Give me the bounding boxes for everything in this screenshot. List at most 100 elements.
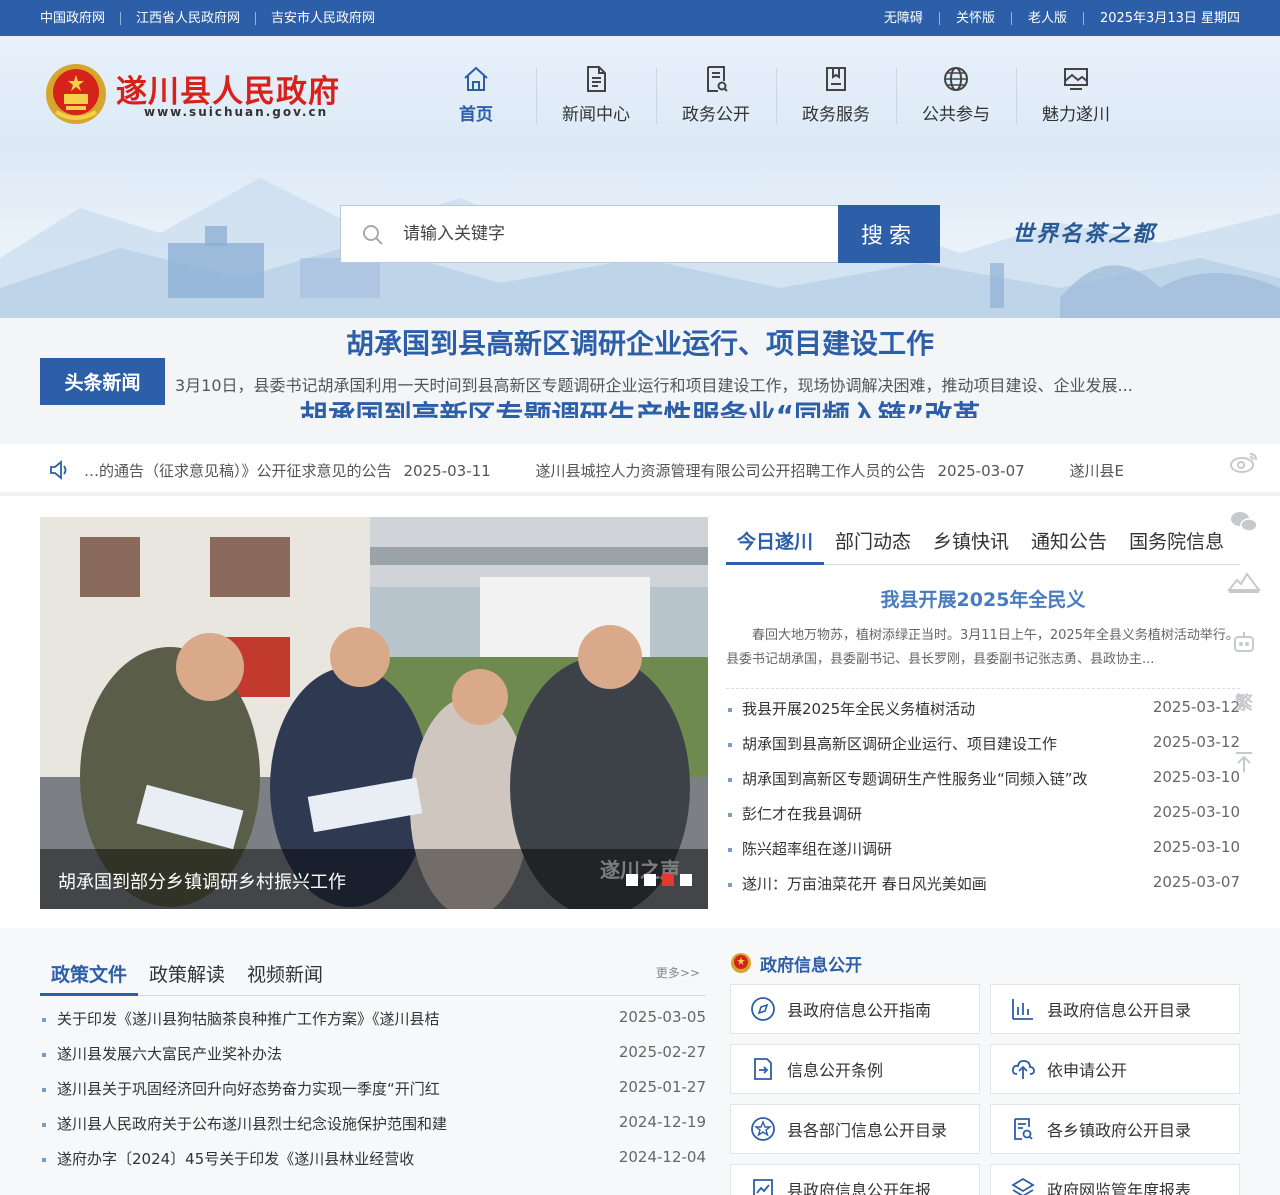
link-jiangxi-gov[interactable]: 江西省人民政府网 [120,11,255,25]
link-central-gov[interactable]: 中国政府网 [40,12,120,25]
photo-caption[interactable]: 胡承国到部分乡镇调研乡村振兴工作 [40,849,708,909]
policy-tabs: 政策文件 政策解读 视频新闻 更多>> [40,950,706,996]
doc-arrow-icon [754,1058,772,1080]
headline-summary[interactable]: 3月10日，县委书记胡承国利用一天时间到县高新区专题调研企业运行和项目建设工作，… [175,372,1235,396]
search-box: 搜索 [340,205,940,263]
gov-info-catalog[interactable]: 县政府信息公开目录 [990,984,1240,1034]
carousel-dot[interactable] [680,874,692,886]
tab-policy-interpretation[interactable]: 政策解读 [138,950,236,996]
carousel-dot-active[interactable] [662,874,674,886]
list-item[interactable]: 我县开展2025年全民义务植树活动 2025-03-12 [726,698,1240,733]
side-toolbar: 繁 [1226,432,1262,792]
traditional-chinese-toggle[interactable]: 繁 [1226,672,1262,732]
nav-home-label: 首页 [459,105,493,125]
wechat-icon[interactable] [1226,492,1262,552]
list-item[interactable]: 遂川：万亩油菜花开 春日风光美如画 2025-03-07 [726,873,1240,908]
headline-news: 胡承国到县高新区调研企业运行、项目建设工作 头条新闻 3月10日，县委书记胡承国… [0,318,1280,444]
list-item[interactable]: 遂府办字〔2024〕45号关于印发《遂川县林业经营收 2024-12-04 [40,1148,706,1183]
gov-info-annual-report[interactable]: 县政府信息公开年报 [730,1164,980,1195]
cloud-upload-icon [1011,1059,1035,1079]
gov-info-regulations[interactable]: 信息公开条例 [730,1044,980,1094]
elderly-version-link[interactable]: 老人版 [1010,11,1083,25]
app-icon[interactable] [1226,552,1262,612]
nav-news-center[interactable]: 新闻中心 [536,60,656,126]
nav-gov-affairs-open[interactable]: 政务公开 [656,60,776,126]
headline-ghost-top[interactable]: 胡承国到县高新区调研企业运行、项目建设工作 [0,330,1280,362]
link-jian-gov[interactable]: 吉安市人民政府网 [255,11,390,25]
list-item[interactable]: 遂川县关于巩固经济回升向好态势奋力实现一季度“开门红 2025-01-27 [40,1078,706,1113]
search-button[interactable]: 搜索 [838,205,940,263]
back-to-top-icon[interactable] [1226,732,1262,792]
gov-info-departments[interactable]: 县各部门信息公开目录 [730,1104,980,1154]
top-links: 中国政府网 江西省人民政府网 吉安市人民政府网 [40,0,390,36]
gov-info-townships[interactable]: 各乡镇政府公开目录 [990,1104,1240,1154]
tab-state-council[interactable]: 国务院信息 [1118,517,1235,565]
headline-ghost-bottom[interactable]: 胡承国到高新区专题调研生产性服务业“同频入链”改革 [0,394,1280,418]
list-item[interactable]: 胡承国到高新区专题调研生产性服务业“同频入链”改 2025-03-10 [726,768,1240,803]
gov-website-report[interactable]: 政府网监管年度报表 [990,1164,1240,1195]
tab-policy-documents[interactable]: 政策文件 [40,950,139,996]
tab-notices[interactable]: 通知公告 [1020,517,1118,565]
carousel-dot[interactable] [644,874,656,886]
national-emblem-icon [46,64,106,124]
layers-icon [1011,1177,1035,1195]
list-item[interactable]: 彭仁才在我县调研 2025-03-10 [726,803,1240,838]
site-header: 遂川县人民政府 www.suichuan.gov.cn 首页 新闻中心 政务公开… [0,36,1280,318]
list-item[interactable]: 胡承国到县高新区调研企业运行、项目建设工作 2025-03-12 [726,733,1240,768]
news-panel: 今日遂川 部门动态 乡镇快讯 通知公告 国务院信息 我县开展2025年全民义 春… [726,517,1240,909]
policy-panel: 政策文件 政策解读 视频新闻 更多>> 关于印发《遂川县狗牯脑茶良种推广工作方案… [40,950,706,1183]
tab-department-news[interactable]: 部门动态 [824,517,922,565]
divider [726,688,1240,689]
list-item[interactable]: 遂川县人民政府关于公布遂川县烈士纪念设施保护范围和建 2024-12-19 [40,1113,706,1148]
tab-video-news[interactable]: 视频新闻 [236,950,334,996]
news-list: 我县开展2025年全民义务植树活动 2025-03-12 胡承国到县高新区调研企业… [726,698,1240,908]
carousel-dot[interactable] [626,874,638,886]
weibo-icon[interactable] [1226,432,1262,492]
tab-today-suichuan[interactable]: 今日遂川 [726,517,825,565]
home-icon [464,66,488,91]
nav-gov-service[interactable]: 政务服务 [776,60,896,126]
notice-ticker: …的通告（征求意见稿）》公开征求意见的公告 2025-03-11 遂川县城控人力资… [0,444,1280,496]
list-item[interactable]: 关于印发《遂川县狗牯脑茶良种推广工作方案》《遂川县桔 2025-03-05 [40,1008,706,1043]
robot-icon[interactable] [1226,612,1262,672]
list-item[interactable]: 陈兴超率组在遂川调研 2025-03-10 [726,838,1240,873]
nav-charm-suichuan[interactable]: 魅力遂川 [1016,60,1136,126]
feature-title[interactable]: 我县开展2025年全民义 [726,585,1240,612]
globe-icon [944,67,968,91]
carousel-dots [626,874,692,886]
accessibility-link[interactable]: 无障碍 [868,12,939,25]
policy-list: 关于印发《遂川县狗牯脑茶良种推广工作方案》《遂川县桔 2025-03-05 遂川县… [40,1008,706,1183]
photo-carousel[interactable]: 遂川之声 胡承国到部分乡镇调研乡村振兴工作 [40,517,708,909]
search-input[interactable] [403,218,823,250]
document-icon [587,66,606,92]
ticker-item[interactable]: 遂川县城控人力资源管理有限公司公开招聘工作人员的公告 2025-03-07 [535,462,1024,480]
care-version-link[interactable]: 关怀版 [938,11,1011,25]
site-url: www.suichuan.gov.cn [144,105,329,119]
tab-township-news[interactable]: 乡镇快讯 [922,517,1020,565]
gov-info-title[interactable]: 政府信息公开 [760,951,862,976]
bar-chart-icon [1012,999,1033,1020]
nav-public-participation[interactable]: 公共参与 [896,60,1016,126]
lower-section: 政策文件 政策解读 视频新闻 更多>> 关于印发《遂川县狗牯脑茶良种推广工作方案… [0,928,1280,1195]
news-tabs: 今日遂川 部门动态 乡镇快讯 通知公告 国务院信息 [726,517,1240,565]
top-bar: 中国政府网 江西省人民政府网 吉安市人民政府网 无障碍 关怀版 老人版 2025… [0,0,1280,36]
list-item[interactable]: 遂川县发展六大富民产业奖补办法 2025-02-27 [40,1043,706,1078]
bookmark-icon [826,67,846,91]
nav-news-center-label: 新闻中心 [562,105,630,125]
doc-search-icon [1014,1118,1033,1140]
nav-public-participation-label: 公共参与 [922,105,990,125]
gov-info-panel: 政府信息公开 县政府信息公开指南 县政府信息公开目录 信息公开条例 依申请公开 … [730,948,1240,1195]
feature-summary: 春回大地万物苏，植树添绿正当时。3月11日上午，2025年全县义务植树活动举行。… [726,628,1239,667]
speaker-icon [50,460,67,480]
nav-home[interactable]: 首页 [416,60,536,126]
national-emblem-icon [731,953,751,973]
gov-info-grid: 县政府信息公开指南 县政府信息公开目录 信息公开条例 依申请公开 县各部门信息公… [730,984,1240,1195]
gov-info-guide[interactable]: 县政府信息公开指南 [730,984,980,1034]
ticker-item[interactable]: 遂川县E [1069,462,1123,480]
gov-info-on-request[interactable]: 依申请公开 [990,1044,1240,1094]
ticker-track: …的通告（征求意见稿）》公开征求意见的公告 2025-03-11 遂川县城控人力资… [84,444,1166,496]
file-search-icon [707,66,728,92]
ticker-item[interactable]: …的通告（征求意见稿）》公开征求意见的公告 2025-03-11 [84,462,491,480]
more-link[interactable]: 更多>> [656,964,700,981]
nav-gov-service-label: 政务服务 [802,105,870,125]
